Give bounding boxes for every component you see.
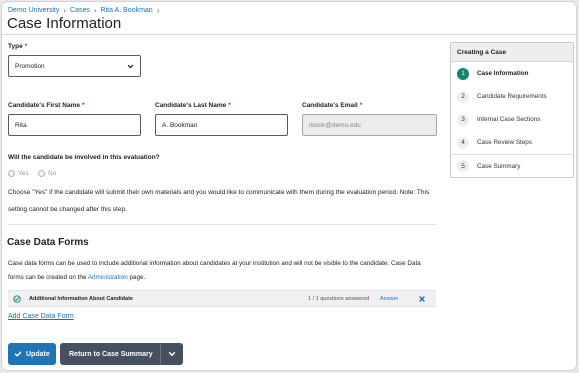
form-status: 1 / 1 questions answered [308, 296, 370, 302]
step-internal-case-sections[interactable]: 3 Internal Case Sections [451, 108, 573, 131]
email-field: rbook@demo.edu [302, 114, 437, 136]
close-icon[interactable] [418, 295, 426, 303]
type-select[interactable]: Promotion [8, 55, 141, 77]
page-title: Case Information [7, 15, 122, 32]
app-window: Demo University › Cases › Rita A. Bookma… [1, 1, 577, 371]
check-icon [14, 351, 22, 357]
chevron-down-icon [168, 352, 176, 356]
return-to-summary-button[interactable]: Return to Case Summary [60, 343, 183, 365]
type-label: Type * [8, 43, 27, 50]
chevron-down-icon [127, 64, 134, 68]
breadcrumb: Demo University › Cases › Rita A. Bookma… [8, 6, 159, 15]
case-data-forms-title: Case Data Forms [7, 237, 89, 248]
chevron-right-icon: › [93, 6, 97, 15]
step-label: Internal Case Sections [477, 116, 541, 123]
chevron-right-icon: › [63, 6, 67, 15]
return-dropdown-toggle[interactable] [161, 350, 183, 358]
creating-case-steps-panel: Creating a Case 1 Case Information 2 Can… [450, 42, 574, 178]
case-data-forms-description: Case data forms can be used to include a… [8, 257, 436, 285]
radio-no-circle[interactable] [38, 170, 45, 177]
step-case-summary[interactable]: 5 Case Summary [451, 154, 573, 177]
involvement-help-text: Choose "Yes" if the candidate will submi… [8, 189, 430, 213]
radio-no-label: No [48, 170, 57, 177]
first-name-field[interactable]: Rita [8, 114, 141, 136]
update-button-label: Update [26, 350, 50, 358]
step-case-information[interactable]: 1 Case Information [451, 62, 573, 85]
type-label-text: Type [8, 43, 23, 50]
administration-link[interactable]: Administration [88, 274, 128, 281]
breadcrumb-cases[interactable]: Cases [70, 7, 90, 14]
radio-no[interactable]: No [38, 170, 56, 177]
step-case-review-steps[interactable]: 4 Case Review Steps [451, 131, 573, 154]
step-label: Case Review Steps [477, 139, 532, 146]
answer-link[interactable]: Answer [380, 296, 398, 302]
add-case-data-form-link[interactable]: Add Case Data Form [8, 313, 74, 320]
last-name-label-text: Candidate's Last Name [155, 102, 227, 109]
description-text-end: page. [127, 274, 146, 281]
step-number: 2 [457, 90, 469, 103]
steps-panel-title: Creating a Case [451, 43, 573, 62]
involvement-question: Will the candidate be involved in this e… [8, 154, 160, 161]
email-placeholder: rbook@demo.edu [309, 121, 361, 129]
step-label: Case Information [477, 70, 529, 77]
radio-yes-circle[interactable] [8, 170, 15, 177]
first-name-value: Rita [15, 121, 27, 129]
step-number: 1 [457, 67, 469, 80]
step-label: Candidate Requirements [477, 93, 547, 100]
update-button[interactable]: Update [8, 343, 56, 365]
required-marker: * [359, 102, 363, 109]
last-name-label: Candidate's Last Name * [155, 102, 231, 109]
step-number: 5 [457, 160, 469, 172]
required-marker: * [228, 102, 231, 109]
radio-yes[interactable]: Yes [8, 170, 29, 177]
last-name-value: A. Bookman [162, 121, 198, 129]
step-number: 4 [457, 136, 469, 149]
first-name-label-text: Candidate's First Name [8, 102, 80, 109]
email-label: Candidate's Email * [302, 102, 362, 109]
title-divider [2, 34, 576, 35]
type-select-value: Promotion [15, 62, 45, 70]
last-name-field[interactable]: A. Bookman [155, 114, 288, 136]
chevron-right-icon: › [156, 6, 160, 15]
step-number: 3 [457, 113, 469, 126]
required-marker: * [81, 102, 85, 109]
return-button-label: Return to Case Summary [69, 350, 153, 358]
step-label: Case Summary [477, 162, 521, 170]
step-candidate-requirements[interactable]: 2 Candidate Requirements [451, 85, 573, 108]
case-data-form-row: Additional Information About Candidate 1… [8, 290, 436, 307]
first-name-label: Candidate's First Name * [8, 102, 85, 109]
breadcrumb-university[interactable]: Demo University [8, 7, 59, 14]
radio-yes-label: Yes [18, 170, 29, 177]
check-circle-icon [13, 295, 21, 303]
section-divider [8, 224, 436, 225]
breadcrumb-candidate[interactable]: Rita A. Bookman [101, 7, 153, 14]
required-marker: * [24, 43, 28, 50]
form-name: Additional Information About Candidate [29, 296, 133, 302]
email-label-text: Candidate's Email [302, 102, 358, 109]
description-text: Case data forms can be used to include a… [8, 260, 421, 281]
